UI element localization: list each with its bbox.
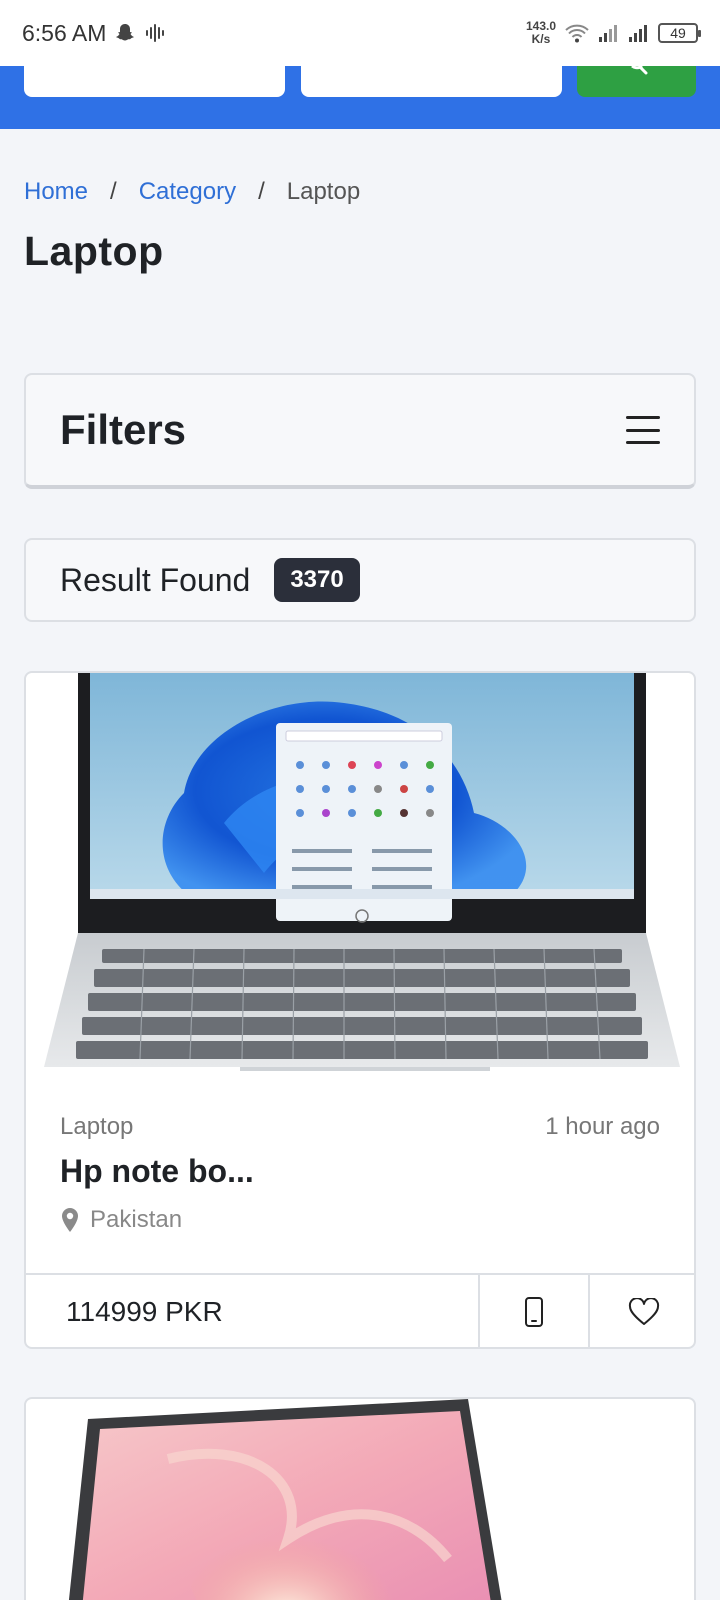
battery-indicator: 49 xyxy=(658,23,701,43)
result-count-badge: 3370 xyxy=(274,558,360,602)
product-price: 114999 PKR xyxy=(66,1296,223,1327)
search-input[interactable] xyxy=(301,66,562,97)
page-title: Laptop xyxy=(24,228,164,274)
hamburger-menu-icon[interactable] xyxy=(626,416,660,444)
snapchat-icon xyxy=(116,24,135,41)
map-pin-icon xyxy=(62,1208,78,1232)
call-seller-button[interactable] xyxy=(478,1275,588,1347)
product-image[interactable] xyxy=(44,673,680,1075)
status-time: 6:56 AM xyxy=(22,19,107,46)
product-location-text: Pakistan xyxy=(90,1206,183,1233)
search-icon xyxy=(630,66,647,75)
status-bar: 6:56 AM 143.0 K/s 49 xyxy=(0,0,720,66)
product-posted-time: 1 hour ago xyxy=(545,1113,660,1140)
search-button[interactable] xyxy=(577,66,696,97)
signal-2-icon xyxy=(629,25,647,42)
result-label: Result Found xyxy=(60,561,251,598)
breadcrumb: Home / Category / Laptop xyxy=(24,178,360,206)
filters-title: Filters xyxy=(60,406,187,453)
voice-wave-icon xyxy=(146,24,165,42)
product-image[interactable] xyxy=(48,1399,678,1600)
product-card[interactable]: Laptop 1 hour ago Hp note bo... Pakistan… xyxy=(24,671,696,1349)
wifi-icon xyxy=(565,24,589,43)
heart-icon xyxy=(628,1298,660,1325)
filters-panel[interactable]: Filters xyxy=(24,373,696,489)
product-category: Laptop xyxy=(60,1113,134,1140)
product-actions-row: 114999 PKR xyxy=(26,1273,694,1347)
phone-icon xyxy=(525,1297,543,1327)
breadcrumb-separator: / xyxy=(258,178,265,205)
product-meta: Laptop 1 hour ago xyxy=(60,1113,660,1141)
product-card[interactable] xyxy=(24,1397,696,1600)
product-location: Pakistan xyxy=(60,1206,182,1234)
favorite-button[interactable] xyxy=(588,1275,694,1347)
breadcrumb-category-link[interactable]: Category xyxy=(139,178,236,206)
site-header xyxy=(0,66,720,129)
breadcrumb-current: Laptop xyxy=(286,178,361,205)
breadcrumb-home-link[interactable]: Home xyxy=(24,178,88,206)
breadcrumb-separator: / xyxy=(110,178,117,205)
product-title[interactable]: Hp note bo... xyxy=(60,1153,254,1190)
location-select[interactable] xyxy=(24,66,285,97)
signal-1-icon xyxy=(599,25,617,42)
result-summary: Result Found 3370 xyxy=(24,538,696,622)
network-speed: 143.0 K/s xyxy=(525,19,556,46)
